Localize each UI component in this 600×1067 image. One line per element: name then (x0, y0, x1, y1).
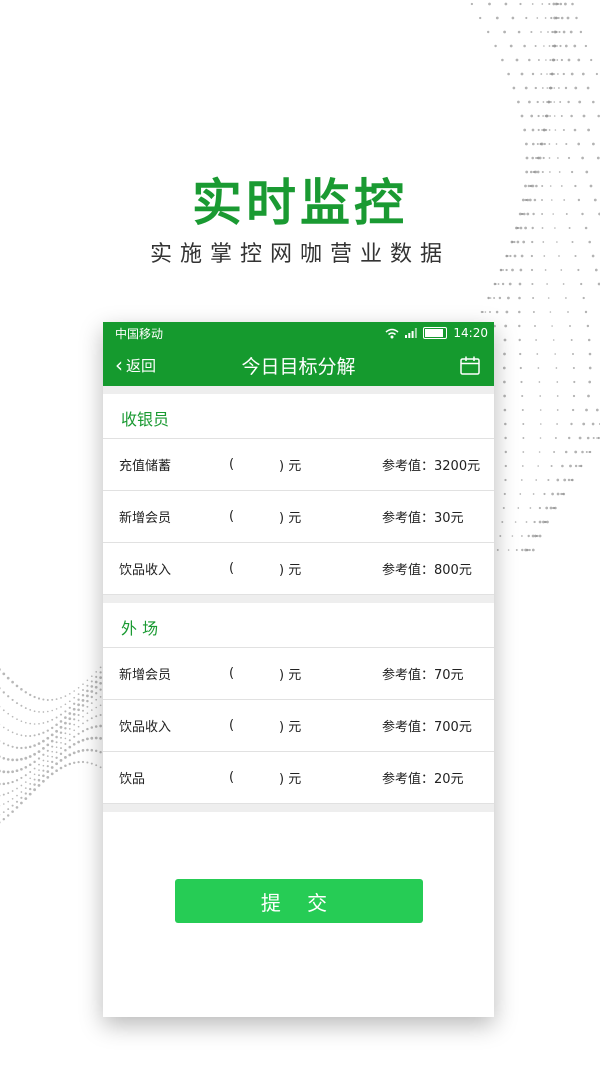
status-time: 14:20 (453, 326, 488, 340)
unit-text: 元 (288, 563, 302, 578)
paren-left: ( (229, 718, 235, 733)
row-label: 新增会员 (119, 511, 172, 526)
table-row: 饮品收入 ( ) 元 参考值：700元 (103, 700, 494, 752)
paren-right: ) (279, 772, 285, 787)
paren-right: ) (279, 459, 285, 474)
promo-subtitle: 实施掌控网咖营业数据 (149, 242, 450, 267)
row-label: 充值储蓄 (119, 459, 172, 474)
table-row: 新增会员 ( ) 元 参考值：70元 (103, 648, 494, 700)
paren-left: ( (229, 561, 235, 576)
target-input[interactable] (239, 503, 283, 530)
back-label: 返回 (126, 356, 157, 375)
unit-text: 元 (288, 459, 302, 474)
table-row: 饮品 ( ) 元 参考值：20元 (103, 752, 494, 804)
paren-right: ) (279, 563, 285, 578)
reference-value: 参考值：800元 (382, 563, 472, 578)
submit-button[interactable]: 提 交 (175, 879, 423, 923)
calendar-icon[interactable] (460, 356, 480, 375)
row-label: 新增会员 (119, 668, 172, 683)
section-divider (103, 804, 494, 812)
unit-text: 元 (288, 772, 302, 787)
target-input[interactable] (239, 660, 283, 687)
signal-icon (405, 328, 418, 338)
paren-left: ( (229, 770, 235, 785)
target-input[interactable] (239, 712, 283, 739)
reference-value: 参考值：20元 (382, 772, 464, 787)
table-row: 充值储蓄 ( ) 元 参考值：3200元 (103, 439, 494, 491)
section-divider (103, 595, 494, 603)
paren-left: ( (229, 509, 235, 524)
unit-label: ) 元 (279, 716, 301, 735)
table-row: 饮品收入 ( ) 元 参考值：800元 (103, 543, 494, 595)
unit-label: ) 元 (279, 664, 301, 683)
paren-right: ) (279, 668, 285, 683)
section-divider (103, 386, 494, 394)
page-title: 今日目标分解 (241, 355, 356, 378)
chevron-left-icon: ‹ (115, 353, 123, 377)
paren-left: ( (229, 666, 235, 681)
row-label: 饮品收入 (119, 720, 172, 735)
row-label: 饮品 (119, 772, 146, 787)
carrier-name: 中国移动 (115, 326, 164, 341)
paren-right: ) (279, 720, 285, 735)
promo-title: 实时监控 (192, 174, 408, 232)
unit-label: ) 元 (279, 768, 301, 787)
section-header-floor: 外 场 (103, 603, 494, 648)
unit-label: ) 元 (279, 455, 301, 474)
unit-label: ) 元 (279, 559, 301, 578)
reference-value: 参考值：70元 (382, 668, 464, 683)
section-header-cashier: 收银员 (103, 394, 494, 439)
nav-bar: ‹ 返回 今日目标分解 (103, 344, 494, 386)
battery-icon (423, 327, 448, 339)
target-input[interactable] (239, 764, 283, 791)
unit-text: 元 (288, 720, 302, 735)
paren-right: ) (279, 511, 285, 526)
target-input[interactable] (239, 451, 283, 478)
unit-text: 元 (288, 668, 302, 683)
reference-value: 参考值：30元 (382, 511, 464, 526)
unit-label: ) 元 (279, 507, 301, 526)
row-label: 饮品收入 (119, 563, 172, 578)
status-bar: 中国移动 14:20 (103, 322, 494, 344)
paren-left: ( (229, 457, 235, 472)
target-input[interactable] (239, 555, 283, 582)
phone-screen: 中国移动 14:20 ‹ 返回 今日目标分解 收银员 充值储蓄 () 元 参考… (103, 322, 494, 1017)
table-row: 新增会员 ( ) 元 参考值：30元 (103, 491, 494, 543)
unit-text: 元 (288, 511, 302, 526)
wifi-icon (385, 328, 399, 338)
back-button[interactable]: ‹ 返回 (103, 355, 156, 376)
status-icons: 14:20 (385, 326, 488, 340)
reference-value: 参考值：700元 (382, 720, 472, 735)
reference-value: 参考值：3200元 (382, 459, 481, 474)
